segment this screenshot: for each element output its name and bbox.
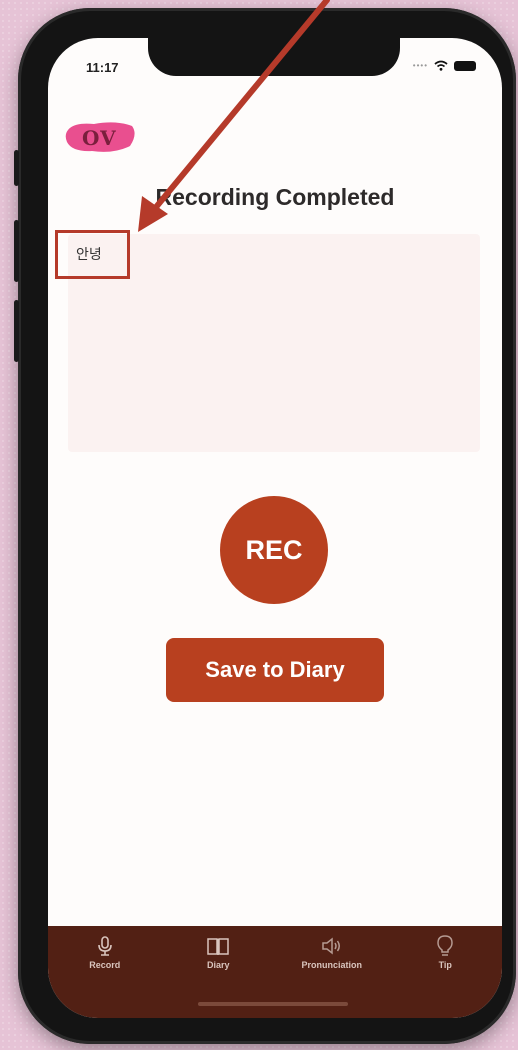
battery-icon (454, 60, 476, 71)
tab-label: Record (89, 960, 121, 970)
record-button[interactable]: REC (220, 496, 328, 604)
status-time: 11:17 (86, 60, 119, 75)
save-to-diary-button[interactable]: Save to Diary (166, 638, 384, 702)
volume-up-button (14, 220, 19, 282)
tab-label: Diary (206, 960, 230, 970)
speaker-icon (322, 937, 340, 955)
mute-switch (14, 150, 19, 186)
mic-icon (97, 936, 112, 956)
book-icon (207, 938, 229, 955)
app-screen: 11:17 •••• OV Recording Completed 안녕 REC… (48, 38, 502, 1018)
tab-record[interactable]: Record (55, 934, 155, 970)
wifi-icon (434, 60, 448, 71)
tab-pronunciation[interactable]: Pronunciation (282, 934, 382, 970)
home-indicator (198, 1002, 348, 1006)
tab-label: Pronunciation (301, 960, 363, 970)
logo-text: OV (82, 126, 117, 150)
annotation-highlight-box (55, 230, 130, 279)
phone-notch (148, 38, 400, 76)
status-icons: •••• (413, 60, 476, 71)
lightbulb-icon (437, 935, 454, 956)
tab-bar: Record Diary Pronunciation Tip (48, 926, 502, 1018)
tab-diary[interactable]: Diary (168, 934, 268, 970)
tab-label: Tip (438, 960, 452, 970)
app-logo: OV (64, 120, 138, 154)
signal-icon: •••• (412, 61, 428, 70)
tab-tip[interactable]: Tip (395, 934, 495, 970)
page-title: Recording Completed (155, 184, 395, 210)
volume-down-button (14, 300, 19, 362)
